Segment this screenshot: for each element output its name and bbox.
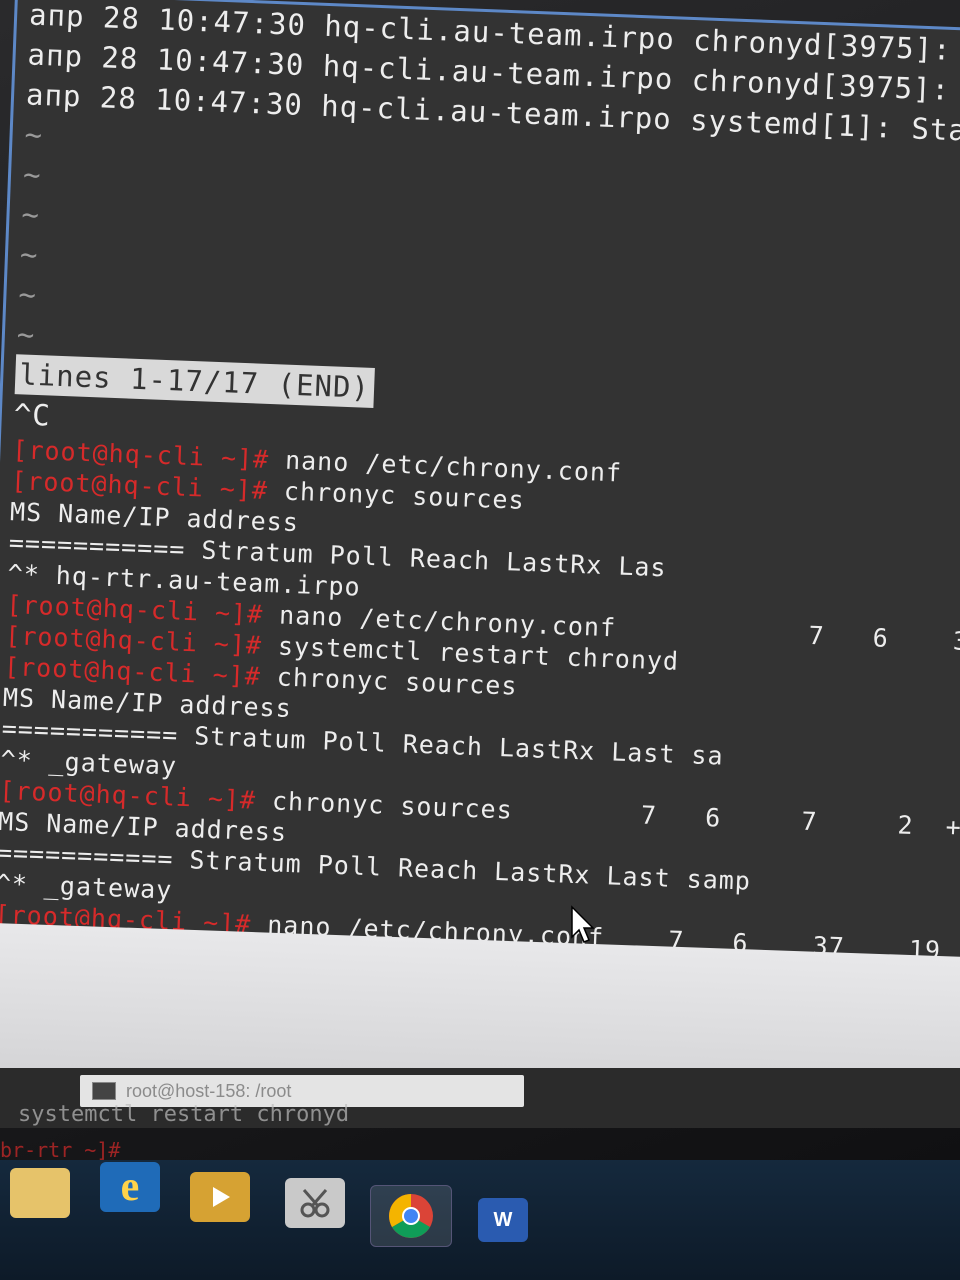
chrome-icon[interactable] (370, 1185, 452, 1247)
internet-explorer-icon[interactable]: e (100, 1162, 160, 1212)
terminal-icon (92, 1082, 116, 1100)
file-explorer-icon[interactable] (10, 1168, 70, 1218)
mouse-pointer-icon (571, 905, 594, 943)
snipping-tool-icon[interactable] (285, 1178, 345, 1228)
terminal-window[interactable]: апр 28 10:47:30 hq-cli.au-team.irpo chro… (0, 0, 960, 982)
terminal-output: апр 28 10:47:30 hq-cli.au-team.irpo chro… (0, 0, 960, 982)
background-window-title: root@host-158: /root (126, 1080, 292, 1101)
background-terminal-line: systemctl restart chronyd (18, 1102, 350, 1127)
media-player-icon[interactable] (190, 1172, 250, 1222)
word-icon[interactable]: W (478, 1198, 528, 1242)
background-terminal-prompt: br-rtr ~]# (0, 1138, 121, 1162)
